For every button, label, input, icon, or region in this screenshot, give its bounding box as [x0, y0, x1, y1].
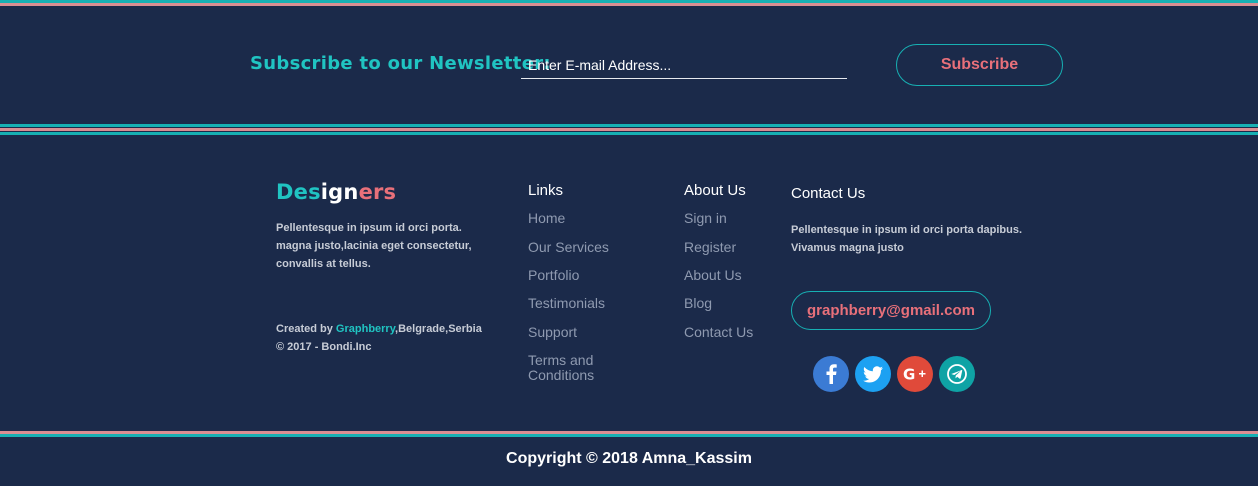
- divider-stripe-teal-2: [0, 132, 1258, 135]
- brand-logo-part-3: ers: [358, 180, 397, 204]
- links-title: Links: [528, 182, 564, 199]
- facebook-icon: [826, 364, 837, 384]
- telegram-icon: [947, 364, 967, 384]
- divider-stripe-teal-1: [0, 124, 1258, 127]
- link-register[interactable]: Register: [684, 240, 736, 255]
- contact-description: Pellentesque in ipsum id orci porta dapi…: [791, 224, 1023, 254]
- telegram-button[interactable]: [939, 356, 975, 392]
- brand-logo: Designers: [276, 180, 396, 204]
- google-plus-button[interactable]: G: [897, 356, 933, 392]
- link-testimonials[interactable]: Testimonials: [528, 296, 605, 311]
- subscribe-button[interactable]: Subscribe: [896, 44, 1063, 86]
- divider-stripe-pink: [0, 128, 1258, 131]
- email-button[interactable]: graphberry@gmail.com: [791, 291, 991, 330]
- brand-logo-part-1: Des: [276, 180, 321, 204]
- link-support[interactable]: Support: [528, 325, 577, 340]
- link-blog[interactable]: Blog: [684, 296, 712, 311]
- brand-logo-part-2: ign: [320, 180, 359, 204]
- twitter-button[interactable]: [855, 356, 891, 392]
- link-terms-and-conditions[interactable]: Terms and Conditions: [528, 353, 628, 383]
- link-our-services[interactable]: Our Services: [528, 240, 609, 255]
- brand-description: Pellentesque in ipsum id orci porta. mag…: [276, 222, 472, 270]
- newsletter-email-input[interactable]: [521, 52, 847, 79]
- brand-credit: Created by Graphberry,Belgrade,Serbia © …: [276, 320, 506, 356]
- bottom-stripe-teal: [0, 434, 1258, 437]
- about-title: About Us: [684, 182, 746, 199]
- top-stripe-pink: [0, 3, 1258, 6]
- link-about-us[interactable]: About Us: [684, 268, 742, 283]
- link-sign-in[interactable]: Sign in: [684, 211, 727, 226]
- footer-copyright: Copyright © 2018 Amna_Kassim: [506, 450, 752, 467]
- twitter-icon: [863, 365, 883, 382]
- link-home[interactable]: Home: [528, 211, 565, 226]
- facebook-button[interactable]: [813, 356, 849, 392]
- svg-text:G: G: [903, 366, 915, 382]
- graphberry-link[interactable]: Graphberry: [336, 323, 395, 335]
- contact-title: Contact Us: [791, 185, 866, 202]
- brand-copyright: © 2017 - Bondi.Inc: [276, 341, 372, 353]
- newsletter-label: Subscribe to our Newsletter:: [250, 53, 551, 74]
- link-contact-us[interactable]: Contact Us: [684, 325, 753, 340]
- created-by-prefix: Created by: [276, 323, 336, 335]
- google-plus-icon: G: [903, 366, 926, 382]
- created-by-line: Created by Graphberry,Belgrade,Serbia: [276, 320, 506, 338]
- link-portfolio[interactable]: Portfolio: [528, 268, 579, 283]
- created-by-suffix: ,Belgrade,Serbia: [395, 323, 482, 335]
